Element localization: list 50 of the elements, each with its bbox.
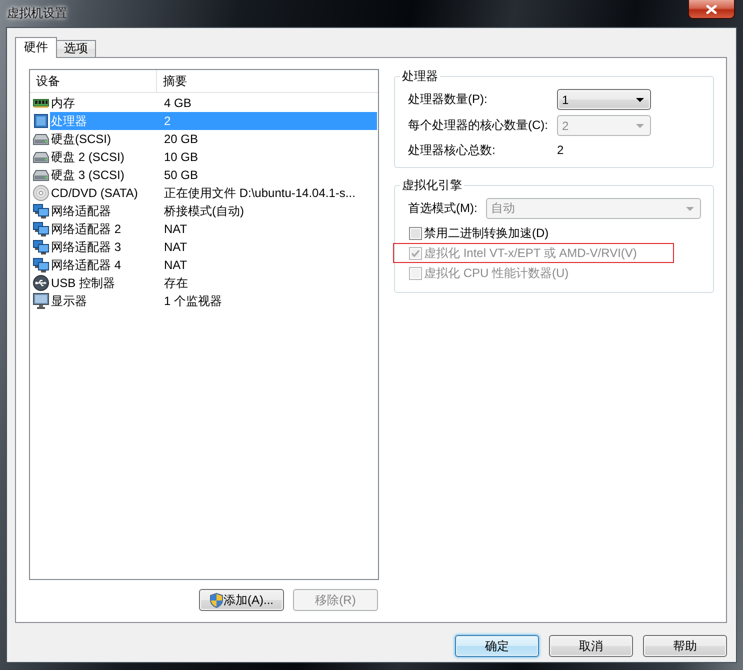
field-label: 首选模式(M):: [408, 200, 478, 217]
device-list-item[interactable]: USB 控制器 存在: [50, 274, 377, 292]
caret-icon: [686, 206, 694, 210]
device-list-item[interactable]: CD/DVD (SATA) 正在使用文件 D:\ubuntu-14.04.1-s...: [50, 184, 377, 202]
field-label: 处理器数量(P):: [408, 91, 488, 108]
network-icon: [33, 240, 49, 254]
window-title: 虚拟机设置: [7, 6, 67, 20]
device-list-item[interactable]: 网络适配器 3 NAT: [50, 238, 377, 256]
memory-icon: [33, 98, 49, 108]
hard-drive-icon: [33, 152, 49, 162]
field-label: 处理器核心总数:: [408, 142, 496, 158]
checkbox-label: 禁用二进制转换加速(D): [424, 224, 549, 242]
field-value: 2: [557, 143, 564, 157]
device-list-item[interactable]: 网络适配器 桥接模式(自动): [50, 202, 377, 220]
disc-icon: [33, 185, 49, 201]
network-icon: [33, 204, 49, 218]
field-label: 每个处理器的核心数量(C):: [408, 117, 549, 134]
tab[interactable]: 硬件: [15, 37, 57, 58]
network-icon: [33, 222, 49, 236]
network-icon: [33, 258, 49, 272]
device-list-item[interactable]: 显示器 1 个监视器: [50, 292, 377, 310]
column-header: 设备: [30, 70, 157, 92]
device-list-item[interactable]: 网络适配器 4 NAT: [50, 256, 377, 274]
device-list-item[interactable]: 硬盘 3 (SCSI) 50 GB: [50, 166, 377, 184]
shield-icon: [210, 592, 222, 608]
tab[interactable]: 选项: [57, 40, 96, 57]
monitor-icon: [33, 293, 49, 309]
checkbox[interactable]: [409, 226, 422, 240]
close-button[interactable]: [688, 0, 735, 19]
dialog-button[interactable]: 确定: [455, 635, 539, 657]
hard-drive-icon: [33, 170, 49, 180]
add-button[interactable]: 添加(A)...: [199, 589, 284, 611]
dialog-button[interactable]: 帮助: [643, 635, 727, 657]
group-title: 虚拟化引擎: [401, 178, 463, 192]
chip-icon: [34, 114, 48, 128]
checkbox-label: 虚拟化 Intel VT-x/EPT 或 AMD-V/RVI(V): [424, 244, 637, 262]
hard-drive-icon: [33, 134, 49, 144]
checkbox-label: 虚拟化 CPU 性能计数器(U): [424, 264, 569, 282]
caret-icon: [636, 124, 644, 128]
group-title: 处理器: [401, 69, 439, 83]
device-list-item[interactable]: 硬盘(SCSI) 20 GB: [50, 130, 377, 148]
caret-icon: [636, 98, 644, 102]
device-list-item[interactable]: 内存 4 GB: [50, 94, 377, 112]
column-header: 摘要: [162, 73, 187, 90]
usb-icon: [33, 275, 49, 291]
dialog-button[interactable]: 取消: [549, 635, 633, 657]
device-list-item[interactable]: 硬盘 2 (SCSI) 10 GB: [50, 148, 377, 166]
close-icon: [706, 4, 717, 14]
dropdown[interactable]: 1: [557, 89, 651, 110]
device-list-item[interactable]: 网络适配器 2 NAT: [50, 220, 377, 238]
